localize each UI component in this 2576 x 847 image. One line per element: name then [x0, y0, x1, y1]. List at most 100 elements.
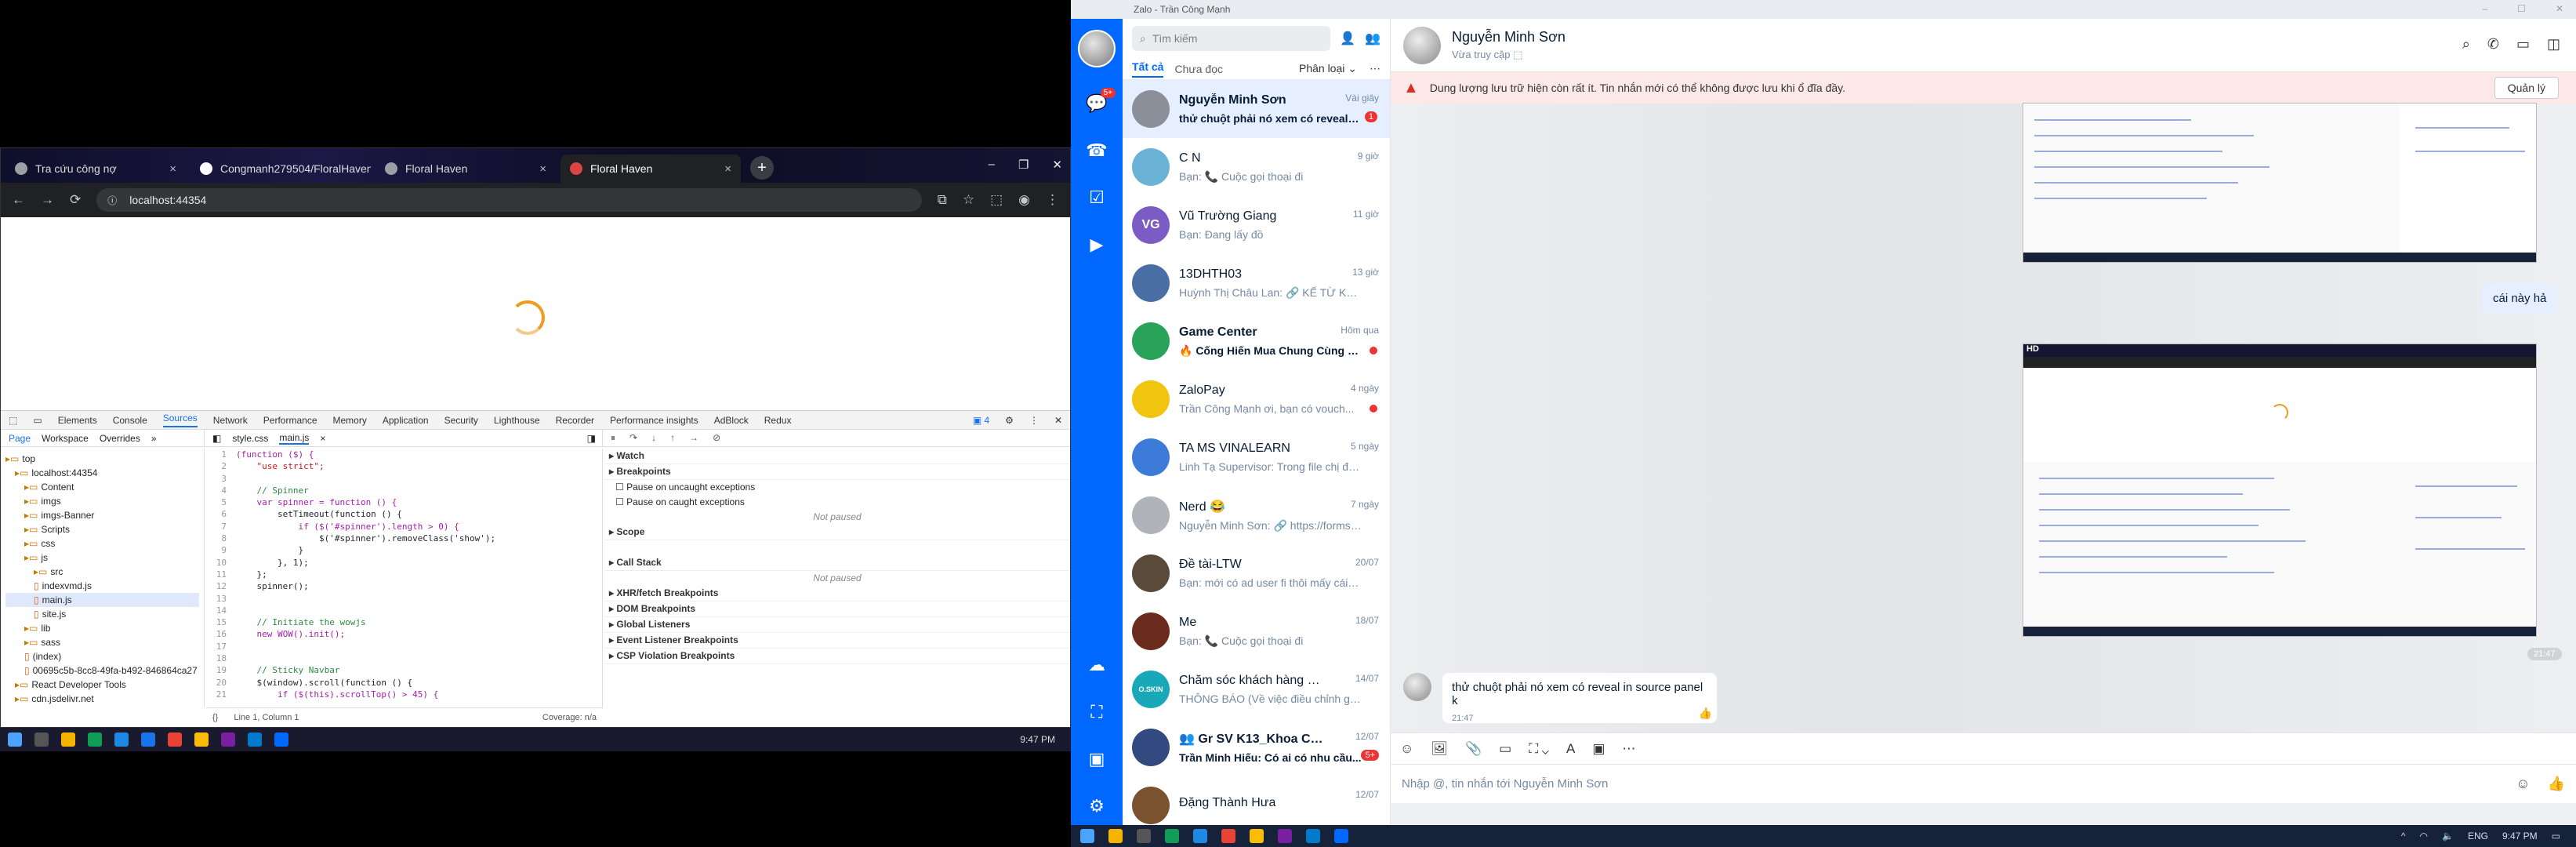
taskbar-app-icon[interactable]	[141, 732, 155, 747]
conversation-item[interactable]: 👥 Gr SV K13_Khoa CNTT Trần Minh Hiếu: Có …	[1123, 718, 1390, 776]
profile-avatar-icon[interactable]: ◉	[1018, 192, 1030, 208]
devtools-dock-icon[interactable]: ⬚	[9, 415, 17, 426]
tray-arrow-icon[interactable]: ^	[2401, 831, 2406, 842]
file-tab-active[interactable]: main.js	[279, 432, 310, 445]
conversation-avatar[interactable]: VG	[1132, 206, 1170, 244]
line-number[interactable]: 19	[206, 664, 236, 676]
maximize-icon[interactable]: ❐	[1018, 158, 1029, 172]
tab-recorder[interactable]: Recorder	[556, 415, 594, 426]
step-out-icon[interactable]: ↑	[670, 432, 675, 444]
todo-icon[interactable]: ☑	[1086, 187, 1108, 209]
minimize-icon[interactable]: –	[989, 158, 995, 172]
tree-folder[interactable]: ▸▭ localhost:44354	[5, 466, 199, 480]
line-number[interactable]: 6	[206, 508, 236, 520]
vscode-icon[interactable]	[248, 732, 262, 747]
message-bubble-received[interactable]: thử chuột phải nó xem có reveal in sourc…	[1442, 673, 1717, 723]
sidebar-toggle-icon[interactable]: ◫	[2547, 36, 2560, 53]
taskbar-app-icon[interactable]	[88, 732, 102, 747]
tree-folder[interactable]: ▸▭ cdn.jsdelivr.net	[5, 692, 199, 706]
tree-folder[interactable]: ▸▭ css	[5, 536, 199, 551]
debugger-section[interactable]: ▸ Breakpoints	[604, 464, 1070, 480]
windows-start-icon[interactable]	[8, 732, 22, 747]
line-number[interactable]: 12	[206, 580, 236, 592]
conversation-item[interactable]: Nerd 😂 Nguyễn Minh Sơn: 🔗 https://forms.o…	[1123, 486, 1390, 544]
conversation-item[interactable]: Game Center 🔥 Cống Hiến Mua Chung Cùng V.…	[1123, 312, 1390, 370]
code-line[interactable]: 4 // Spinner	[206, 485, 602, 496]
close-devtools-icon[interactable]: ✕	[1054, 415, 1070, 426]
conversation-avatar[interactable]	[1132, 729, 1170, 766]
code-line[interactable]: 16 new WOW().init();	[206, 628, 602, 640]
conversation-item[interactable]: TA MS VINALEARN Linh Tạ Supervisor: Trong…	[1123, 428, 1390, 486]
breakpoint-checkbox[interactable]: ☐ Pause on uncaught exceptions	[604, 480, 1070, 495]
conversation-avatar[interactable]	[1132, 148, 1170, 186]
visual-studio-icon[interactable]	[221, 732, 235, 747]
pause-icon[interactable]: ⏸	[611, 432, 615, 444]
line-number[interactable]: 21	[206, 689, 236, 700]
new-tab-button[interactable]: +	[750, 156, 774, 180]
contact-name[interactable]: Nguyễn Minh Sơn	[1452, 29, 1566, 45]
windows-start-icon[interactable]	[1080, 829, 1094, 843]
message-bubble-sent[interactable]: cái này hả	[2482, 284, 2558, 313]
taskbar-app-icon[interactable]	[1165, 829, 1179, 843]
code-line[interactable]: 9 }	[206, 544, 602, 556]
emoji-icon[interactable]: ☺	[2516, 776, 2530, 792]
address-bar[interactable]: ⓘ localhost:44354	[96, 188, 922, 212]
code-line[interactable]: 14	[206, 605, 602, 616]
conversation-item[interactable]: Nguyễn Minh Sơn thử chuột phải nó xem có …	[1123, 80, 1390, 138]
conversation-avatar[interactable]: O.SKIN	[1132, 671, 1170, 708]
conversation-avatar[interactable]	[1132, 438, 1170, 476]
nav-tab-overrides[interactable]: Overrides	[100, 433, 140, 444]
line-number[interactable]: 7	[206, 521, 236, 533]
code-line[interactable]: 5 var spinner = function () {	[206, 496, 602, 508]
code-line[interactable]: 18	[206, 653, 602, 664]
tree-file[interactable]: ▯ (index)	[5, 649, 199, 663]
line-number[interactable]: 4	[206, 485, 236, 496]
code-line[interactable]: 20 $(window).scroll(function () {	[206, 677, 602, 689]
cloud-icon[interactable]: ☁	[1086, 654, 1108, 676]
toolbox-icon[interactable]: ▣	[1086, 748, 1108, 770]
tab-performance-insights[interactable]: Performance insights	[610, 415, 698, 426]
conversation-avatar[interactable]	[1132, 90, 1170, 128]
translate-icon[interactable]: ⧉	[938, 192, 947, 208]
site-info-icon[interactable]: ⓘ	[107, 194, 117, 207]
tree-folder[interactable]: ▸▭ Scripts	[5, 522, 199, 536]
tab-adblock[interactable]: AdBlock	[714, 415, 749, 426]
line-number[interactable]: 9	[206, 544, 236, 556]
conversation-item[interactable]: ZaloPay Trần Công Mạnh ơi, bạn có vouch..…	[1123, 370, 1390, 428]
conversation-item[interactable]: VG Vũ Trường Giang Bạn: Đang lấy đồ 11 giờ	[1123, 196, 1390, 254]
tree-file[interactable]: ▯ main.js	[5, 593, 199, 607]
conversation-avatar[interactable]	[1132, 554, 1170, 592]
edge-icon[interactable]	[1193, 829, 1207, 843]
vscode-icon[interactable]	[1306, 829, 1320, 843]
messages-icon[interactable]: 💬 5+	[1086, 88, 1116, 115]
close-icon[interactable]: ×	[169, 162, 176, 176]
sender-avatar[interactable]	[1403, 673, 1431, 701]
tab-all[interactable]: Tất cả	[1132, 60, 1164, 78]
taskbar-app-icon[interactable]	[168, 732, 182, 747]
tab-security[interactable]: Security	[444, 415, 478, 426]
back-icon[interactable]: ←	[12, 192, 25, 208]
file-explorer-icon[interactable]	[61, 732, 75, 747]
user-avatar[interactable]	[1078, 30, 1116, 67]
debugger-section[interactable]: ▸ DOM Breakpoints	[604, 602, 1070, 617]
code-line[interactable]: 6 setTimeout(function () {	[206, 508, 602, 520]
tree-folder[interactable]: ▸▭ lib	[5, 621, 199, 635]
reload-icon[interactable]: ⟳	[70, 192, 81, 208]
edge-icon[interactable]	[114, 732, 129, 747]
reaction-like-icon[interactable]: 👍	[1699, 707, 1712, 720]
zalo-icon[interactable]	[1334, 829, 1348, 843]
tag-icon[interactable]: ⬚	[1513, 49, 1522, 60]
like-icon[interactable]: 👍	[2548, 776, 2565, 792]
video-call-icon[interactable]: ▭	[2516, 36, 2530, 53]
add-friend-icon[interactable]: 👤	[1340, 31, 1355, 46]
contact-card-icon[interactable]: ▭	[1499, 741, 1511, 757]
image-message[interactable]	[2023, 103, 2537, 263]
video-call-icon[interactable]: ▶	[1086, 234, 1108, 256]
menu-kebab-icon[interactable]: ⋮	[1046, 192, 1059, 208]
volume-icon[interactable]: 🔈	[2442, 831, 2454, 842]
debugger-section[interactable]: ▸ Event Listener Breakpoints	[604, 633, 1070, 649]
screenshot-icon[interactable]: ⛶	[1086, 701, 1108, 723]
tree-folder[interactable]: ▸▭ Content	[5, 480, 199, 494]
tab-sources[interactable]: Sources	[162, 413, 198, 427]
contacts-icon[interactable]: ☎	[1086, 140, 1108, 162]
